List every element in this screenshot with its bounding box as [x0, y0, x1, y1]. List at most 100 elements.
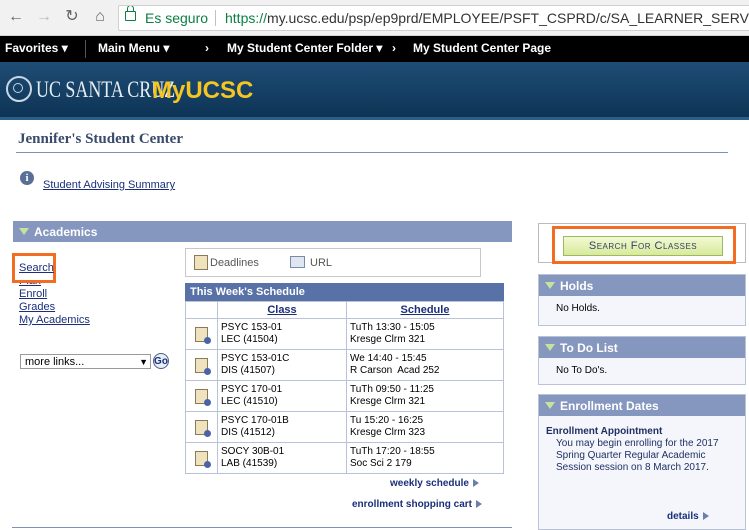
class-room: Kresge Clrm 323 [350, 427, 426, 438]
enrollment-dates-panel: Enrollment Dates Enrollment Appointment … [538, 394, 746, 530]
class-calendar-icon[interactable] [195, 357, 211, 375]
todo-header[interactable]: To Do List [539, 337, 745, 358]
row-icon-cell [185, 442, 218, 474]
deadlines-calendar-icon [194, 255, 208, 270]
back-arrow-icon[interactable]: ← [6, 7, 26, 27]
deadlines-link[interactable]: Deadlines [210, 257, 259, 269]
student-advising-summary-link[interactable]: Student Advising Summary [43, 179, 175, 191]
home-icon[interactable]: ⌂ [90, 7, 110, 27]
arrow-right-icon [476, 500, 483, 509]
my-academics-link[interactable]: My Academics [19, 314, 90, 326]
schedule-cell: Tu 15:20 - 16:25 Kresge Clrm 323 [346, 411, 504, 443]
forward-arrow-icon[interactable]: → [34, 7, 54, 27]
portal-nav-bar: Favorites ▾ Main Menu ▾ › My Student Cen… [0, 36, 749, 62]
class-code: SOCY 30B-01 [221, 446, 285, 457]
url-link[interactable]: URL [310, 257, 332, 269]
class-room: Kresge Clrm 321 [350, 396, 426, 407]
enrollment-appointment-title: Enrollment Appointment [546, 426, 663, 437]
page-title: Jennifer's Student Center [18, 131, 183, 147]
address-separator [215, 10, 216, 26]
breadcrumb-page[interactable]: My Student Center Page [413, 36, 551, 60]
schedule-header: This Week's Schedule [185, 283, 504, 301]
grades-link[interactable]: Grades [19, 301, 55, 313]
todo-title: To Do List [560, 341, 618, 355]
schedule-header-row: Class Schedule [185, 301, 504, 319]
browser-toolbar: ← → ↻ ⌂ Es seguro https://my.ucsc.edu/ps… [0, 0, 749, 36]
details-link[interactable]: details [667, 511, 709, 522]
title-divider [16, 152, 728, 153]
class-calendar-icon[interactable] [195, 388, 211, 406]
class-code: PSYC 170-01 [221, 384, 283, 395]
class-time: TuTh 09:50 - 11:25 [350, 384, 434, 395]
table-row: SOCY 30B-01 LAB (41539) TuTh 17:20 - 18:5… [185, 442, 504, 474]
class-time: TuTh 13:30 - 15:05 [350, 322, 435, 333]
holds-header[interactable]: Holds [539, 275, 745, 296]
class-room: R Carson Acad 252 [350, 365, 440, 376]
class-code: PSYC 153-01C [221, 353, 290, 364]
schedule-column-header[interactable]: Schedule [346, 301, 504, 319]
table-row: PSYC 153-01C DIS (41507) We 14:40 - 15:45… [185, 349, 504, 381]
holds-panel: Holds No Holds. [538, 274, 746, 326]
table-row: PSYC 170-01B DIS (41512) Tu 15:20 - 16:25… [185, 411, 504, 443]
academics-header[interactable]: Academics [13, 221, 512, 242]
collapse-triangle-icon [545, 402, 555, 409]
weekly-schedule-label: weekly schedule [390, 478, 469, 489]
dropdown-arrow-icon: ▼ [139, 357, 148, 367]
reload-icon[interactable]: ↻ [62, 7, 82, 27]
enrollment-appointment-text: You may begin enrolling for the 2017 Spr… [556, 438, 719, 473]
chevron-down-icon: ▾ [376, 41, 383, 55]
schedule-cell: TuTh 13:30 - 15:05 Kresge Clrm 321 [346, 318, 504, 350]
row-icon-cell [185, 411, 218, 443]
class-cell: PSYC 153-01 LEC (41504) [217, 318, 347, 350]
enrollment-dates-title: Enrollment Dates [560, 399, 659, 413]
class-sort-link[interactable]: Class [267, 304, 296, 316]
icon-column-header [185, 301, 218, 319]
todo-panel: To Do List No To Do's. [538, 336, 746, 385]
enroll-link[interactable]: Enroll [19, 288, 47, 300]
search-link-highlighted[interactable]: Search [19, 262, 54, 274]
class-section: DIS (41507) [221, 365, 275, 376]
arrow-right-icon [702, 512, 709, 521]
class-section: LEC (41504) [221, 334, 278, 345]
lock-icon [125, 6, 136, 21]
url-icon [290, 256, 305, 268]
myucsc-banner: UC SANTA CRUZ MyUCSC [0, 62, 749, 120]
info-icon: i [20, 171, 34, 185]
weekly-schedule-link[interactable]: weekly schedule [390, 478, 479, 489]
class-calendar-icon[interactable] [195, 450, 211, 468]
search-for-classes-button[interactable]: Search For Classes [563, 236, 723, 256]
more-links-select[interactable]: more links... ▼ [20, 354, 151, 369]
academics-title: Academics [34, 225, 98, 239]
holds-title: Holds [560, 279, 594, 293]
class-cell: SOCY 30B-01 LAB (41539) [217, 442, 347, 474]
go-button[interactable]: Go [153, 353, 169, 369]
more-links-value: more links... [25, 356, 85, 368]
folder-label: My Student Center Folder [227, 41, 374, 55]
favorites-menu[interactable]: Favorites ▾ [5, 36, 68, 60]
class-time: Tu 15:20 - 16:25 [350, 415, 424, 426]
main-menu-label: Main Menu [98, 41, 160, 55]
class-section: LAB (41539) [221, 458, 278, 469]
favorites-label: Favorites [5, 41, 59, 55]
address-bar[interactable]: Es seguro https://my.ucsc.edu/psp/ep9prd… [118, 5, 749, 31]
class-calendar-icon[interactable] [195, 326, 211, 344]
collapse-triangle-icon [545, 282, 555, 289]
schedule-sort-link[interactable]: Schedule [401, 304, 450, 316]
chevron-down-icon: ▾ [163, 41, 170, 55]
schedule-cell: TuTh 09:50 - 11:25 Kresge Clrm 321 [346, 380, 504, 412]
enrollment-dates-header[interactable]: Enrollment Dates [539, 395, 745, 416]
class-room: Soc Sci 2 179 [350, 458, 412, 469]
class-calendar-icon[interactable] [195, 419, 211, 437]
breadcrumb-folder[interactable]: My Student Center Folder ▾ [227, 36, 382, 60]
class-column-header[interactable]: Class [217, 301, 347, 319]
row-icon-cell [185, 380, 218, 412]
collapse-triangle-icon [19, 228, 29, 235]
chevron-down-icon: ▾ [61, 41, 68, 55]
app-name: MyUCSC [152, 77, 254, 104]
chevron-right-icon: › [205, 41, 209, 55]
main-menu[interactable]: Main Menu ▾ [98, 36, 169, 60]
details-label: details [667, 511, 699, 522]
url-scheme: https:// [225, 10, 268, 26]
shopping-cart-link[interactable]: enrollment shopping cart [352, 499, 483, 510]
row-icon-cell [185, 349, 218, 381]
